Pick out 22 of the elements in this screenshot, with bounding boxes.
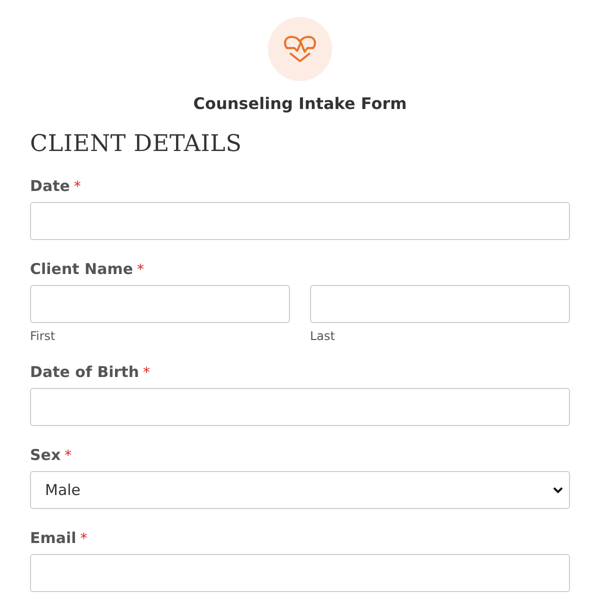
input-field[interactable] [30,388,570,426]
input-field[interactable] [30,554,570,592]
field-label: Email [30,529,76,547]
input-field[interactable] [30,285,290,323]
required-mark: * [74,179,81,195]
required-mark: * [64,448,72,464]
heartbeat-icon [283,35,317,63]
input-field[interactable] [310,285,570,323]
input-field[interactable] [30,202,570,240]
sublabel: Last [310,329,335,343]
field-label: Date of Birth [30,363,140,381]
required-mark: * [143,365,150,381]
required-mark: * [137,262,144,278]
field-label: Sex [30,446,61,464]
section-heading: CLIENT DETAILS [30,131,243,157]
form-title: Counseling Intake Form [193,94,407,113]
sublabel: First [30,329,56,343]
required-mark: * [80,531,88,547]
field-label: Date [30,177,70,195]
field-label: Client Name [30,260,134,278]
chevron-down-icon [553,486,563,494]
select-dropdown[interactable]: Male [30,471,570,509]
